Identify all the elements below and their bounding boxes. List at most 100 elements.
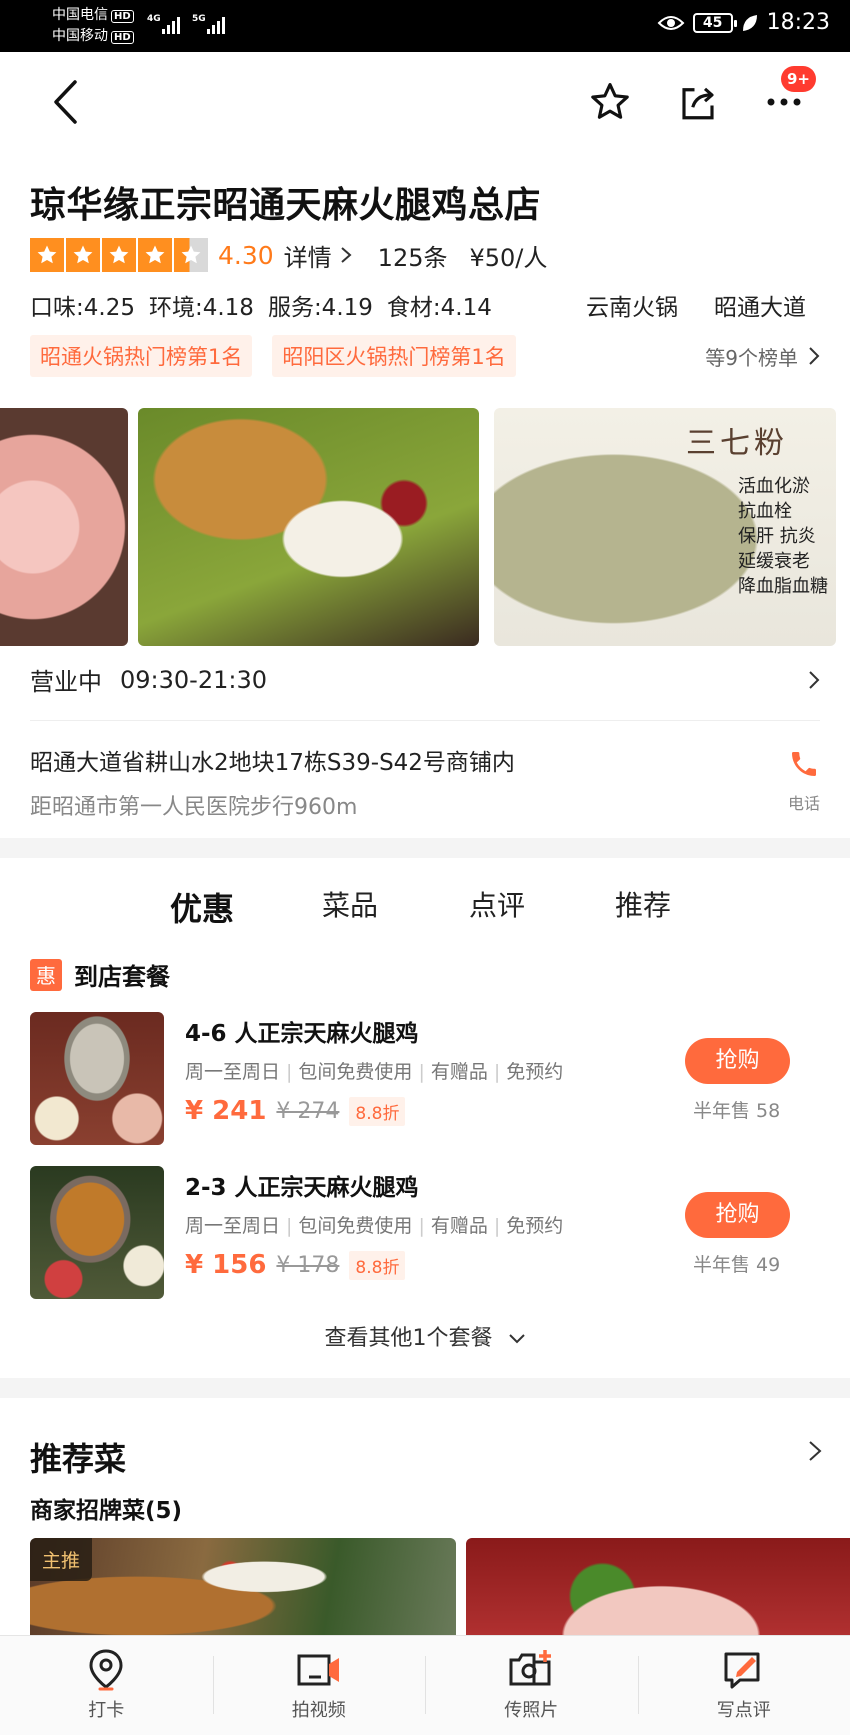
discount-badge: 惠 [30, 958, 62, 991]
write-review-button[interactable]: 写点评 [637, 1636, 850, 1735]
back-button[interactable] [40, 76, 92, 128]
deal-image [30, 1012, 164, 1145]
deal-tag: 周一至周日 [185, 1061, 281, 1083]
shop-name: 琼华缘正宗昭通天麻火腿鸡总店 [30, 185, 542, 226]
star-icon [102, 238, 136, 272]
location-pin-icon [89, 1649, 123, 1691]
chevron-right-icon [809, 670, 820, 689]
carrier-info: 中国电信 HD 中国移动 HD [52, 5, 134, 47]
rank-row: 昭通火锅热门榜第1名 昭阳区火锅热门榜第1名 等9个榜单 [30, 335, 820, 377]
upload-photo-button[interactable]: 传照片 [425, 1636, 638, 1735]
deal-title: 4-6 人正宗天麻火腿鸡 [185, 1021, 419, 1047]
open-status: 营业中 [30, 668, 102, 696]
network-type-1: 4G [147, 14, 161, 24]
more-deals-button[interactable]: 查看其他1个套餐 [0, 1320, 850, 1352]
score-ingredients: 食材:4.14 [386, 295, 492, 321]
address[interactable]: 昭通大道省耕山水2地块17栋S39-S42号商铺内 [30, 743, 515, 777]
eye-icon [657, 15, 685, 30]
deal-title: 2-3 人正宗天麻火腿鸡 [185, 1175, 419, 1201]
deal-tag: 有赠品 [430, 1061, 488, 1083]
shop-photo[interactable] [0, 408, 128, 646]
upload-photo-label: 传照片 [504, 1700, 559, 1721]
photo-caption-line: 延缓衰老 [738, 551, 810, 572]
deal-original-price: ¥ 178 [276, 1252, 340, 1278]
status-bar: 中国电信 HD 中国移动 HD 4G 5G 45 18:23 [0, 0, 850, 52]
star-rating [30, 238, 208, 272]
clock: 18:23 [766, 10, 830, 35]
tab-dishes[interactable]: 菜品 [322, 884, 378, 924]
deal-tags: 周一至周日 | 包间免费使用 | 有赠品 | 免预约 [185, 1061, 564, 1083]
rating-score: 4.30 [218, 240, 274, 270]
more-icon [767, 98, 801, 106]
carrier-1: 中国电信 [52, 7, 108, 23]
phone-label: 电话 [787, 794, 820, 813]
ranks-more-link[interactable]: 等9个榜单 [705, 342, 820, 371]
buy-button[interactable]: 抢购 [685, 1192, 790, 1238]
hours-text: 09:30-21:30 [120, 665, 267, 694]
deal-price-row: ¥ 241 ¥ 274 8.8折 [185, 1096, 406, 1126]
tab-discounts[interactable]: 优惠 [170, 884, 234, 932]
tab-bar: 优惠 菜品 点评 推荐 [0, 884, 850, 932]
favorite-button[interactable] [584, 76, 636, 128]
photo-caption-lines: 活血化淤 抗血栓 保肝 抗炎 延缓衰老 降血脂血糖 [738, 474, 828, 599]
network-type-2: 5G [192, 14, 206, 24]
star-icon [174, 238, 208, 272]
chevron-right-icon [809, 347, 820, 365]
district-tag[interactable]: 昭通大道 [714, 288, 806, 322]
dish-card[interactable] [466, 1538, 850, 1635]
score-taste: 口味:4.25 [30, 295, 135, 321]
review-count[interactable]: 125条 [378, 238, 448, 273]
star-icon [66, 238, 100, 272]
signal-icon-1 [162, 14, 180, 34]
category-tag[interactable]: 云南火锅 [586, 288, 678, 322]
section-gap [0, 1378, 850, 1398]
checkin-button[interactable]: 打卡 [0, 1636, 213, 1735]
buy-button[interactable]: 抢购 [685, 1038, 790, 1084]
more-button[interactable]: 9+ [758, 66, 816, 128]
tab-recommend[interactable]: 推荐 [615, 884, 671, 924]
tab-reviews[interactable]: 点评 [469, 884, 525, 924]
divider [30, 720, 820, 721]
camera-plus-icon [509, 1650, 552, 1686]
star-outline-icon [591, 83, 629, 119]
phone-button[interactable]: 电话 [782, 748, 826, 814]
chevron-right-icon[interactable] [808, 1440, 822, 1462]
star-icon [30, 238, 64, 272]
rank-tag[interactable]: 昭阳区火锅热门榜第1名 [272, 335, 516, 377]
deal-sold-count: 半年售 49 [693, 1254, 781, 1276]
share-button[interactable] [672, 76, 724, 128]
deal-item[interactable]: 4-6 人正宗天麻火腿鸡 周一至周日 | 包间免费使用 | 有赠品 | 免预约 ¥ 241 … [30, 1012, 820, 1147]
rank-tag[interactable]: 昭通火锅热门榜第1名 [30, 335, 253, 377]
rating-row: 4.30 详情 125条 ¥50/人 [30, 237, 547, 273]
deal-item[interactable]: 2-3 人正宗天麻火腿鸡 周一至周日 | 包间免费使用 | 有赠品 | 免预约 ¥ 156 … [30, 1166, 820, 1301]
dish-card[interactable]: 主推 [30, 1538, 456, 1635]
photo-caption-line: 降血脂血糖 [738, 576, 828, 597]
photo-caption-line: 抗血栓 [738, 501, 792, 522]
sub-scores: 口味:4.25 环境:4.18 服务:4.19 食材:4.14 云南火锅 昭通大… [30, 288, 820, 322]
bottom-action-bar: 打卡 拍视频 传照片 写点评 [0, 1635, 850, 1735]
deal-price-row: ¥ 156 ¥ 178 8.8折 [185, 1250, 406, 1280]
photo-caption-line: 活血化淤 [738, 476, 810, 497]
share-icon [682, 87, 714, 120]
featured-badge: 主推 [30, 1538, 93, 1581]
signature-dishes-subtitle: 商家招牌菜(5) [30, 1498, 183, 1524]
distance-hint: 距昭通市第一人民医院步行960m [30, 795, 358, 820]
details-label: 详情 [283, 243, 332, 272]
shop-photo[interactable]: 三七粉 活血化淤 抗血栓 保肝 抗炎 延缓衰老 降血脂血糖 [494, 408, 836, 646]
deal-tag: 周一至周日 [185, 1215, 281, 1237]
business-hours-row[interactable]: 营业中 09:30-21:30 [30, 662, 820, 697]
carrier-2: 中国移动 [52, 28, 108, 44]
deal-tag: 包间免费使用 [298, 1215, 413, 1237]
ranks-more-label: 等9个榜单 [705, 345, 798, 370]
deal-discount: 8.8折 [349, 1096, 406, 1126]
deal-tag: 免预约 [506, 1215, 564, 1237]
video-icon [297, 1654, 339, 1686]
record-video-label: 拍视频 [291, 1700, 346, 1721]
deal-original-price: ¥ 274 [276, 1098, 340, 1124]
leaf-icon [742, 14, 757, 31]
details-link[interactable]: 详情 [284, 238, 352, 273]
record-video-button[interactable]: 拍视频 [212, 1636, 426, 1735]
shop-photo[interactable] [138, 408, 479, 646]
deal-image [30, 1166, 164, 1299]
photo-caption-line: 保肝 抗炎 [738, 526, 816, 547]
